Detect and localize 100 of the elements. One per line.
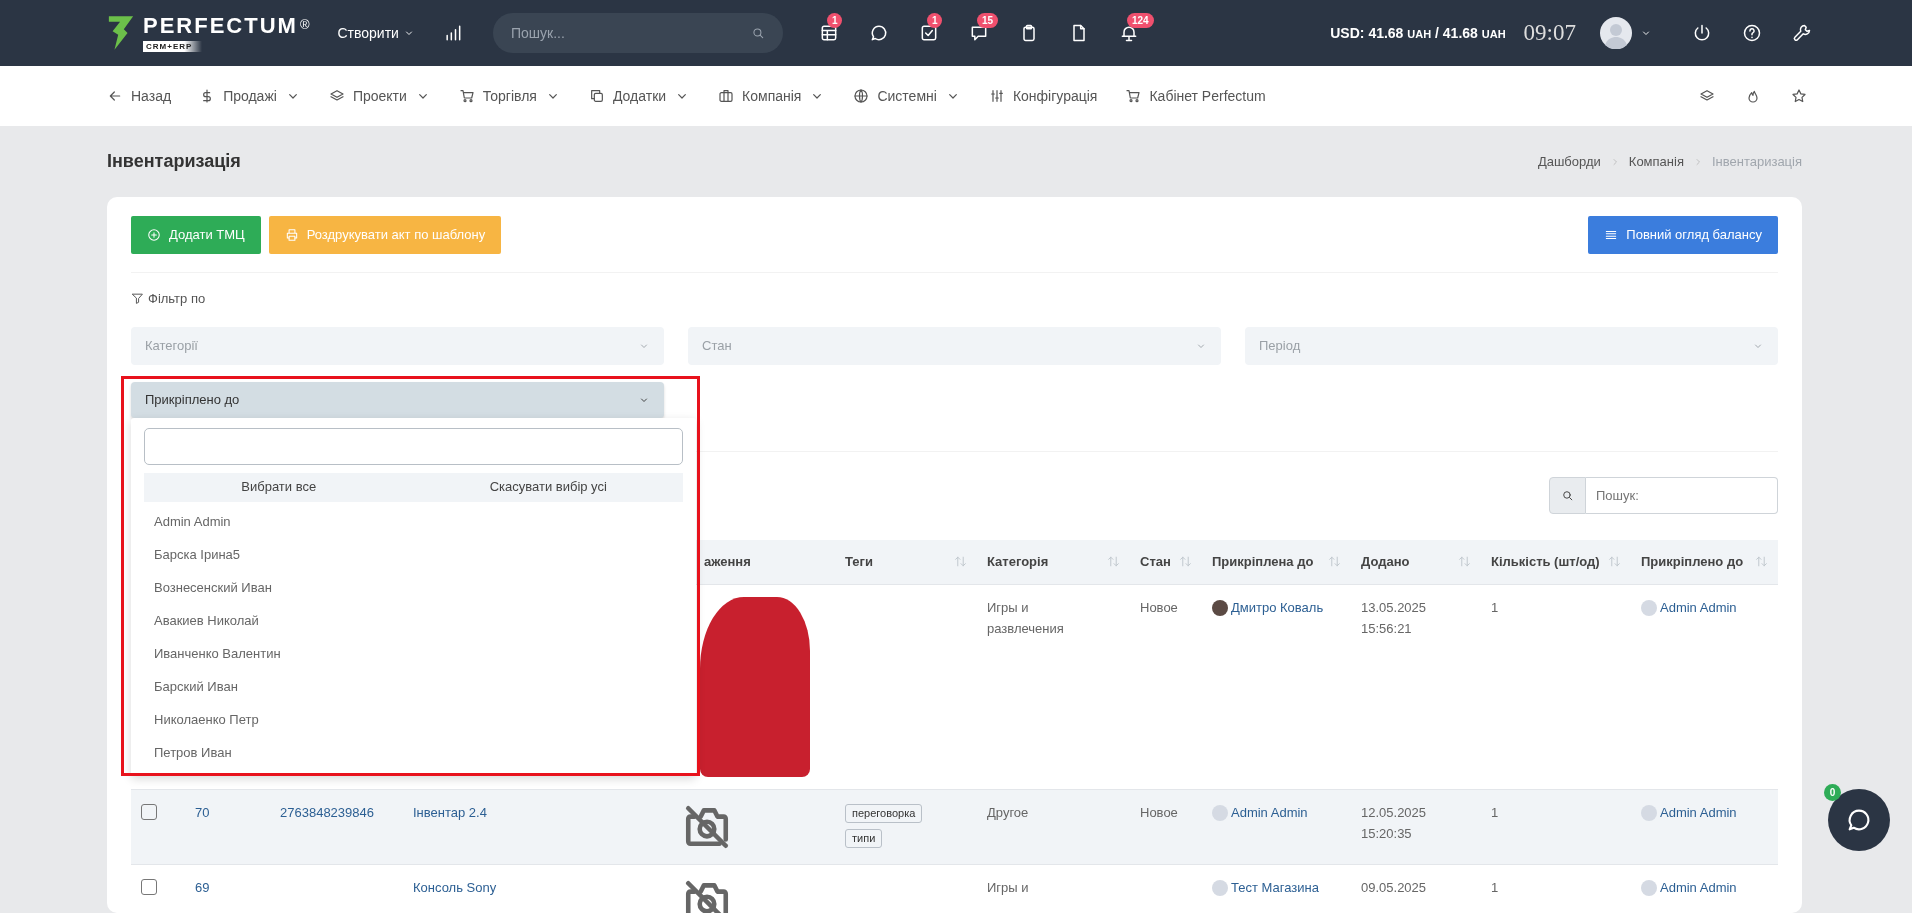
state-text: Новое	[1140, 600, 1178, 615]
id-link[interactable]: 70	[195, 805, 210, 820]
column-header: Категорія	[987, 553, 1049, 571]
search-icon[interactable]	[750, 26, 765, 40]
nav-link[interactable]: Продажі	[199, 85, 301, 107]
action-button[interactable]: Повний огляд балансу	[1588, 216, 1778, 254]
user-link[interactable]: Admin Admin	[1660, 802, 1737, 823]
search-field[interactable]: Пошук...	[492, 13, 783, 53]
id-link[interactable]: 69	[195, 880, 210, 895]
sliders-icon	[988, 88, 1005, 104]
date-text: 15:56:21	[1361, 620, 1413, 638]
quantity-text: 1	[1491, 805, 1499, 820]
quantity-text: 1	[1491, 600, 1499, 615]
select-field[interactable]: Прикріплено до	[131, 381, 664, 418]
avatar-placeholder	[1641, 880, 1657, 896]
nav-link[interactable]: Конфігурація	[988, 85, 1098, 107]
barcode-link[interactable]: 2763848239846	[280, 805, 374, 820]
globe-icon	[853, 88, 870, 104]
date-text: 09.05.2025	[1361, 879, 1428, 897]
user-link[interactable]: Admin Admin	[1660, 877, 1737, 898]
star-icon[interactable]	[1791, 88, 1807, 104]
filter-label: Фільтр по	[148, 290, 206, 308]
notification-badge: 15	[976, 13, 999, 28]
notification-badge: 1	[926, 13, 943, 28]
date-text: 15:20:35	[1361, 825, 1413, 843]
user-avatar[interactable]	[1600, 17, 1632, 49]
briefcase-icon	[718, 88, 735, 104]
avatar-placeholder	[1641, 600, 1657, 616]
search-field[interactable]: Пошук:	[1586, 476, 1778, 514]
nav-link[interactable]: Торгівля	[458, 85, 561, 107]
chat-badge: 0	[1824, 784, 1841, 801]
dropdown-option[interactable]: Авакиев Николай	[144, 604, 683, 638]
help-icon[interactable]	[1742, 23, 1762, 43]
currency-rate: USD: 41.68 UAH / 41.68 UAH	[1330, 23, 1506, 43]
breadcrumb-link[interactable]: Дашборди	[1537, 151, 1601, 172]
power-icon[interactable]	[1692, 23, 1712, 43]
dropdown-option[interactable]: Барский Иван	[144, 670, 683, 704]
nav-link[interactable]: Системні	[853, 85, 961, 107]
page-title: Інвентаризація	[107, 150, 241, 173]
search-icon	[1561, 488, 1574, 502]
column-header: Теги	[845, 553, 873, 571]
date-text: 13.05.2025	[1361, 599, 1428, 617]
user-link[interactable]: Тест Магазина	[1231, 877, 1319, 898]
column-header: аження	[704, 553, 751, 571]
deselect-all-button[interactable]: Скасувати вибір усі	[413, 472, 683, 502]
cart-icon	[1125, 88, 1142, 104]
avatar-photo	[1212, 600, 1228, 616]
wrench-icon[interactable]	[1792, 23, 1812, 43]
nav-link[interactable]: Проекти	[328, 85, 431, 107]
arrow-left-icon	[107, 88, 123, 104]
logo-text: PERFECTUM	[143, 14, 298, 37]
nav-link[interactable]: Компанія	[718, 85, 826, 107]
create-menu-button[interactable]: Створити	[337, 22, 415, 44]
item-name-link[interactable]: Консоль Sony	[413, 880, 497, 895]
select-all-button[interactable]: Вибрати все	[144, 472, 414, 502]
dropdown-option[interactable]: Иванченко Валентин	[144, 637, 683, 671]
column-header: Прикріплена до	[1212, 553, 1314, 571]
dropdown-option[interactable]: Петров Иван	[144, 736, 683, 770]
user-link[interactable]: Admin Admin	[1231, 802, 1308, 823]
logo-subtitle: CRM+ERP	[143, 40, 203, 52]
dropdown-option[interactable]: Барска Ірина5	[144, 538, 683, 572]
clock-time: 09:07	[1523, 18, 1576, 47]
filter-icon	[131, 292, 144, 306]
avatar-placeholder	[1212, 880, 1228, 896]
search-field[interactable]	[144, 427, 683, 465]
dropdown-option[interactable]: Николаенко Петр	[144, 703, 683, 737]
breadcrumb-link[interactable]: Компанія	[1628, 151, 1684, 172]
row-checkbox[interactable]	[141, 879, 157, 895]
copy-icon	[588, 88, 605, 104]
nav-link[interactable]: Назад	[107, 85, 172, 107]
tag-chip: переговорка	[845, 804, 923, 823]
plus-circle-icon	[147, 228, 161, 242]
dropdown-option[interactable]: Admin Admin	[144, 505, 683, 539]
notification-badge: 124	[1126, 13, 1154, 28]
user-link[interactable]: Admin Admin	[1660, 597, 1737, 618]
item-name-link[interactable]: Інвентар 2.4	[413, 805, 487, 820]
state-text: Новое	[1140, 805, 1178, 820]
printer-icon	[284, 228, 299, 242]
date-text: 12.05.2025	[1361, 804, 1428, 822]
dropdown-option[interactable]: Вознесенский Иван	[144, 571, 683, 605]
column-header: Додано	[1361, 553, 1410, 571]
avatar-placeholder	[1641, 805, 1657, 821]
cart-icon	[458, 88, 475, 104]
column-header: Прикріплено до	[1641, 553, 1744, 571]
nav-link[interactable]: Додатки	[588, 85, 691, 107]
row-checkbox[interactable]	[141, 804, 157, 820]
column-header: Стан	[1140, 553, 1171, 571]
notification-badge: 1	[826, 13, 843, 28]
user-link[interactable]: Дмитро Коваль	[1231, 597, 1324, 618]
nav-link[interactable]: Кабінет Perfectum	[1125, 85, 1266, 107]
registered-mark: ®	[299, 15, 310, 34]
avatar-placeholder	[1212, 805, 1228, 821]
category-text: Другое	[987, 805, 1029, 820]
tag-chip: типи	[845, 829, 883, 848]
category-text: Игры и	[987, 880, 1029, 895]
category-text: Игры и развлечения	[987, 600, 1064, 636]
quantity-text: 1	[1491, 880, 1499, 895]
list-icon	[1604, 228, 1619, 242]
column-header: Кількість (шт/од)	[1491, 553, 1600, 571]
flame-icon[interactable]	[1745, 88, 1761, 104]
